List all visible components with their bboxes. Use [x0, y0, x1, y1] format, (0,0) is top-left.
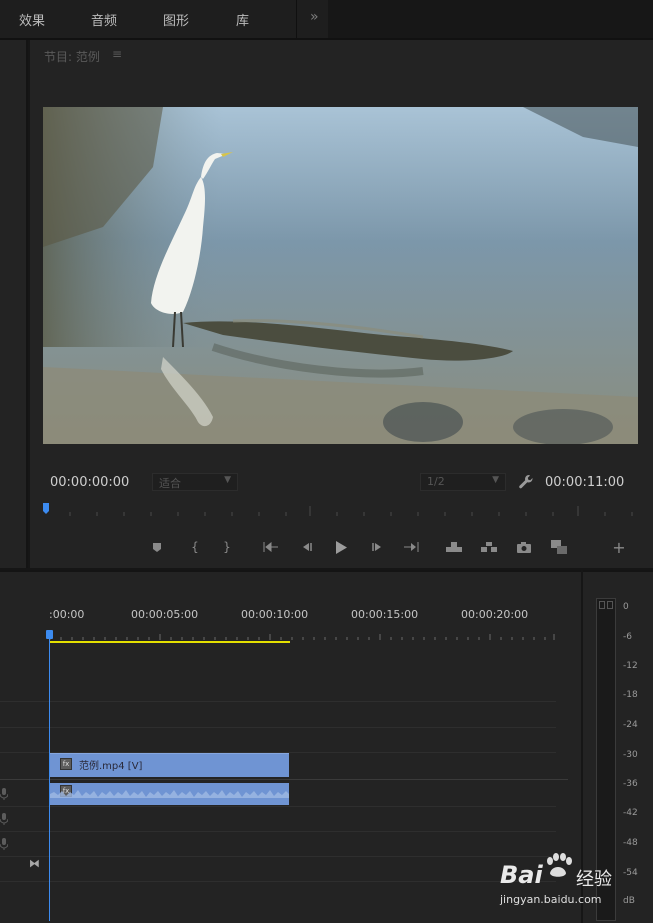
timeline-playhead-handle[interactable] — [46, 630, 53, 639]
fx-badge-icon: fx — [60, 758, 72, 770]
watermark-url: jingyan.baidu.com — [500, 893, 602, 906]
db-label: 0 — [623, 602, 629, 612]
video-preview — [43, 107, 638, 444]
go-to-out-icon[interactable] — [400, 536, 422, 558]
audio-waveform — [50, 790, 289, 798]
compare-view-icon[interactable] — [548, 536, 570, 558]
track-divider — [0, 727, 556, 728]
video-frame-image — [43, 107, 638, 444]
db-label: -6 — [623, 632, 632, 642]
paw-logo-icon — [547, 853, 572, 877]
lift-icon[interactable] — [443, 536, 465, 558]
extract-icon[interactable] — [478, 536, 500, 558]
go-to-in-icon[interactable] — [260, 536, 282, 558]
mark-in-icon[interactable]: { — [184, 536, 206, 558]
sync-lock-icon[interactable]: ⧓ — [29, 857, 40, 870]
audio-clip[interactable]: fx — [50, 783, 289, 805]
timeline-ruler[interactable]: :00:00 00:00:05:00 00:00:10:00 00:00:15:… — [0, 608, 560, 644]
tab-graphics[interactable]: 图形 — [163, 10, 189, 29]
button-editor-add-icon[interactable]: + — [608, 536, 630, 558]
ruler-label-5s: 00:00:05:00 — [131, 608, 199, 621]
video-clip-label: 范例.mp4 [V] — [79, 761, 143, 772]
track-divider — [0, 831, 556, 832]
panel-title[interactable]: 节目: 范例 — [44, 48, 100, 65]
tab-effects[interactable]: 效果 — [19, 10, 45, 29]
track-divider — [0, 856, 556, 857]
add-marker-icon[interactable] — [146, 536, 168, 558]
voiceover-mic-icon[interactable] — [0, 788, 9, 803]
play-icon[interactable] — [330, 536, 352, 558]
step-forward-icon[interactable] — [366, 536, 388, 558]
duration-timecode: 00:00:11:00 — [545, 475, 625, 490]
meter-peak-left — [599, 601, 605, 609]
db-label: -12 — [623, 661, 638, 671]
db-label: -30 — [623, 750, 638, 760]
voiceover-mic-icon[interactable] — [0, 838, 9, 853]
track-divider — [0, 806, 556, 807]
tab-audio[interactable]: 音频 — [91, 10, 117, 29]
chevron-down-icon: ▼ — [492, 475, 499, 485]
resolution-value: 1/2 — [427, 475, 445, 488]
workspace-tab-bar: 效果 音频 图形 库 » — [0, 0, 653, 40]
topbar-empty-area — [328, 0, 653, 38]
transport-controls: { } + — [140, 536, 640, 558]
playback-resolution-select[interactable]: 1/2 ▼ — [420, 473, 506, 491]
step-back-icon[interactable] — [296, 536, 318, 558]
ruler-label-0: :00:00 — [49, 608, 85, 621]
ruler-label-20s: 00:00:20:00 — [461, 608, 529, 621]
watermark-suffix: 经验 — [576, 869, 612, 890]
video-audio-divider — [0, 779, 568, 780]
ruler-label-10s: 00:00:10:00 — [241, 608, 309, 621]
divider — [296, 0, 297, 38]
ruler-label-15s: 00:00:15:00 — [351, 608, 419, 621]
db-label: -24 — [623, 720, 638, 730]
monitor-playhead-icon — [43, 503, 49, 514]
panel-menu-icon[interactable]: ≡ — [112, 47, 122, 61]
timeline-playhead-line[interactable] — [49, 638, 50, 921]
monitor-time-ruler[interactable] — [43, 500, 638, 520]
meter-peak-right — [607, 601, 613, 609]
chevron-down-icon: ▼ — [224, 475, 231, 485]
current-timecode[interactable]: 00:00:00:00 — [50, 475, 129, 490]
db-label: -18 — [623, 690, 638, 700]
voiceover-mic-icon[interactable] — [0, 813, 9, 828]
watermark-brand: Bai — [500, 861, 543, 889]
left-panel-edge — [0, 40, 28, 568]
more-tabs-button[interactable]: » — [310, 9, 319, 25]
db-label: -48 — [623, 838, 638, 848]
track-divider — [0, 881, 556, 882]
fit-zoom-select[interactable]: 适合 ▼ — [152, 473, 238, 491]
fit-zoom-value: 适合 — [159, 477, 181, 490]
db-label: -42 — [623, 808, 638, 818]
tab-libraries[interactable]: 库 — [236, 10, 249, 29]
work-area-bar[interactable] — [50, 641, 290, 643]
export-frame-icon[interactable] — [513, 536, 535, 558]
mark-out-icon[interactable]: } — [216, 536, 238, 558]
video-clip[interactable]: fx 范例.mp4 [V] — [50, 753, 289, 777]
track-divider — [0, 701, 556, 702]
baidu-jingyan-watermark: Bai 经验 jingyan.baidu.com — [500, 853, 650, 913]
wrench-icon[interactable] — [518, 474, 534, 494]
db-label: -36 — [623, 779, 638, 789]
